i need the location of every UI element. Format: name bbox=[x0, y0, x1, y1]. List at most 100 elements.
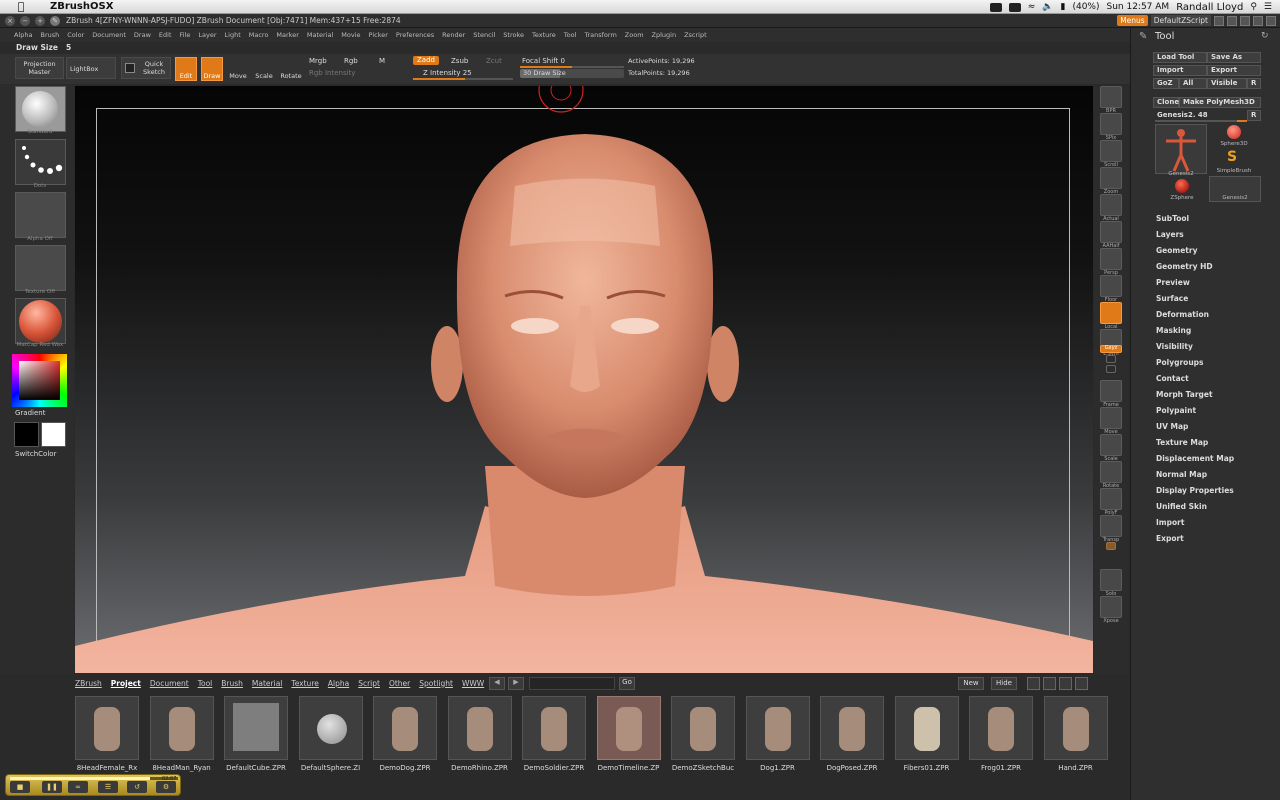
menu-marker[interactable]: Marker bbox=[276, 31, 298, 39]
tray-extra-19-button[interactable] bbox=[1106, 542, 1116, 550]
goz-all-button[interactable]: All bbox=[1179, 78, 1207, 89]
menus-button[interactable]: Menus bbox=[1117, 15, 1148, 26]
loop-icon[interactable]: ∞ bbox=[68, 781, 88, 793]
tool-r-button[interactable]: R bbox=[1247, 110, 1261, 121]
lightbox-search-input[interactable] bbox=[529, 677, 615, 690]
menu-preferences[interactable]: Preferences bbox=[396, 31, 434, 39]
move-button[interactable]: Move bbox=[227, 57, 249, 81]
tray-move-button[interactable] bbox=[1100, 407, 1122, 429]
load-tool-button[interactable]: Load Tool bbox=[1153, 52, 1207, 63]
minimize-icon[interactable] bbox=[1240, 15, 1250, 26]
simplebrush-icon[interactable]: S bbox=[1227, 149, 1237, 165]
lightbox-item[interactable] bbox=[1043, 696, 1108, 760]
lightbox-item[interactable] bbox=[149, 696, 214, 760]
palette-dock-icon[interactable]: ↻ bbox=[1261, 31, 1269, 41]
help-icon[interactable] bbox=[1214, 15, 1224, 26]
menu-edit[interactable]: Edit bbox=[159, 31, 172, 39]
app-name[interactable]: ZBrushOSX bbox=[50, 1, 113, 12]
switch-color-button[interactable]: SwitchColor bbox=[15, 450, 56, 458]
zoom-window-icon[interactable]: + bbox=[35, 15, 45, 26]
menu-material[interactable]: Material bbox=[307, 31, 333, 39]
focal-shift-track[interactable] bbox=[520, 66, 624, 68]
rgb-button[interactable]: Rgb bbox=[344, 57, 358, 65]
lightbox-tab-brush[interactable]: Brush bbox=[221, 679, 243, 688]
layout-1-icon[interactable] bbox=[1027, 677, 1040, 690]
alpha-thumbnail[interactable] bbox=[15, 192, 66, 238]
tool-section-deformation[interactable]: Deformation bbox=[1156, 310, 1209, 319]
tool-section-preview[interactable]: Preview bbox=[1156, 278, 1190, 287]
lock-icon[interactable] bbox=[1266, 15, 1276, 26]
menu-texture[interactable]: Texture bbox=[532, 31, 556, 39]
gradient-label[interactable]: Gradient bbox=[15, 409, 45, 417]
tool-section-unified-skin[interactable]: Unified Skin bbox=[1156, 502, 1207, 511]
go-button[interactable]: Go bbox=[619, 677, 635, 690]
rgb-intensity-slider[interactable]: Rgb Intensity bbox=[309, 69, 355, 77]
default-zscript-button[interactable]: DefaultZScript bbox=[1150, 15, 1211, 26]
make-polymesh-button[interactable]: Make PolyMesh3D bbox=[1179, 97, 1261, 108]
clone-button[interactable]: Clone bbox=[1153, 97, 1179, 108]
mrgb-button[interactable]: Mrgb bbox=[309, 57, 327, 65]
zsub-button[interactable]: Zsub bbox=[451, 57, 468, 65]
goz-r-button[interactable]: R bbox=[1247, 78, 1261, 89]
menu-zplugin[interactable]: Zplugin bbox=[652, 31, 677, 39]
wifi-icon[interactable]: ≈ bbox=[1028, 2, 1036, 12]
lightbox-item[interactable] bbox=[596, 696, 661, 760]
zsphere-icon[interactable] bbox=[1175, 179, 1189, 193]
lightbox-item[interactable] bbox=[373, 696, 437, 760]
prev-arrow-icon[interactable]: ◀ bbox=[489, 677, 505, 690]
tool-section-layers[interactable]: Layers bbox=[1156, 230, 1184, 239]
projection-master-button[interactable]: Projection Master bbox=[15, 57, 64, 79]
m-button[interactable]: M bbox=[379, 57, 385, 65]
tray-extra-11-button[interactable] bbox=[1106, 355, 1116, 363]
tray-polyf-button[interactable] bbox=[1100, 488, 1122, 510]
menu-stroke[interactable]: Stroke bbox=[503, 31, 524, 39]
tray-scroll-button[interactable] bbox=[1100, 140, 1122, 162]
tray-solo-button[interactable] bbox=[1100, 569, 1122, 591]
apple-icon[interactable]:  bbox=[14, 0, 28, 13]
brush-thumbnail[interactable] bbox=[15, 86, 66, 132]
lightbox-tab-tool[interactable]: Tool bbox=[198, 679, 213, 688]
lightbox-item[interactable] bbox=[820, 696, 884, 760]
menu-picker[interactable]: Picker bbox=[369, 31, 388, 39]
tool-section-normal-map[interactable]: Normal Map bbox=[1156, 470, 1207, 479]
scale-button[interactable]: Scale bbox=[253, 57, 275, 81]
lightbox-tab-project[interactable]: Project bbox=[111, 679, 141, 688]
lightbox-tab-www[interactable]: WWW bbox=[462, 679, 484, 688]
lightbox-item[interactable] bbox=[75, 696, 139, 760]
tray-rotate-button[interactable] bbox=[1100, 461, 1122, 483]
layout-2-icon[interactable] bbox=[1043, 677, 1056, 690]
tray-local-button[interactable] bbox=[1100, 302, 1122, 324]
tray-zoom-button[interactable] bbox=[1100, 167, 1122, 189]
hide-button[interactable]: Hide bbox=[991, 677, 1017, 690]
lightbox-button[interactable]: LightBox bbox=[66, 57, 116, 79]
tool-section-display-properties[interactable]: Display Properties bbox=[1156, 486, 1234, 495]
chapters-icon[interactable]: ☰ bbox=[98, 781, 118, 793]
menu-zscript[interactable]: Zscript bbox=[684, 31, 707, 39]
menu-light[interactable]: Light bbox=[225, 31, 241, 39]
texture-thumbnail[interactable] bbox=[15, 245, 66, 291]
tray-persp-button[interactable] bbox=[1100, 248, 1122, 270]
menu-layer[interactable]: Layer bbox=[198, 31, 216, 39]
lightbox-item[interactable] bbox=[969, 696, 1033, 760]
tray-scale-button[interactable] bbox=[1100, 434, 1122, 456]
menu-zoom[interactable]: Zoom bbox=[625, 31, 644, 39]
lightbox-item[interactable] bbox=[298, 696, 363, 760]
tray-xpose-button[interactable] bbox=[1100, 596, 1122, 618]
layout-3-icon[interactable] bbox=[1059, 677, 1072, 690]
lightbox-tab-zbrush[interactable]: ZBrush bbox=[75, 679, 102, 688]
tray-actual-button[interactable] bbox=[1100, 194, 1122, 216]
clock[interactable]: Sun 12:57 AM bbox=[1106, 2, 1169, 12]
menu-document[interactable]: Document bbox=[92, 31, 126, 39]
tool-section-subtool[interactable]: SubTool bbox=[1156, 214, 1189, 223]
lightbox-tab-document[interactable]: Document bbox=[150, 679, 189, 688]
lightbox-tab-script[interactable]: Script bbox=[358, 679, 380, 688]
maximize-icon[interactable] bbox=[1253, 15, 1263, 26]
tray-transp-button[interactable] bbox=[1100, 515, 1122, 537]
export-button[interactable]: Export bbox=[1207, 65, 1261, 76]
z-intensity-slider[interactable]: Z Intensity 25 bbox=[423, 69, 472, 77]
lightbox-item[interactable] bbox=[522, 696, 586, 760]
tray-extra-12-button[interactable] bbox=[1106, 365, 1116, 373]
tool-section-texture-map[interactable]: Texture Map bbox=[1156, 438, 1208, 447]
tool-section-import[interactable]: Import bbox=[1156, 518, 1184, 527]
tool-section-morph-target[interactable]: Morph Target bbox=[1156, 390, 1213, 399]
